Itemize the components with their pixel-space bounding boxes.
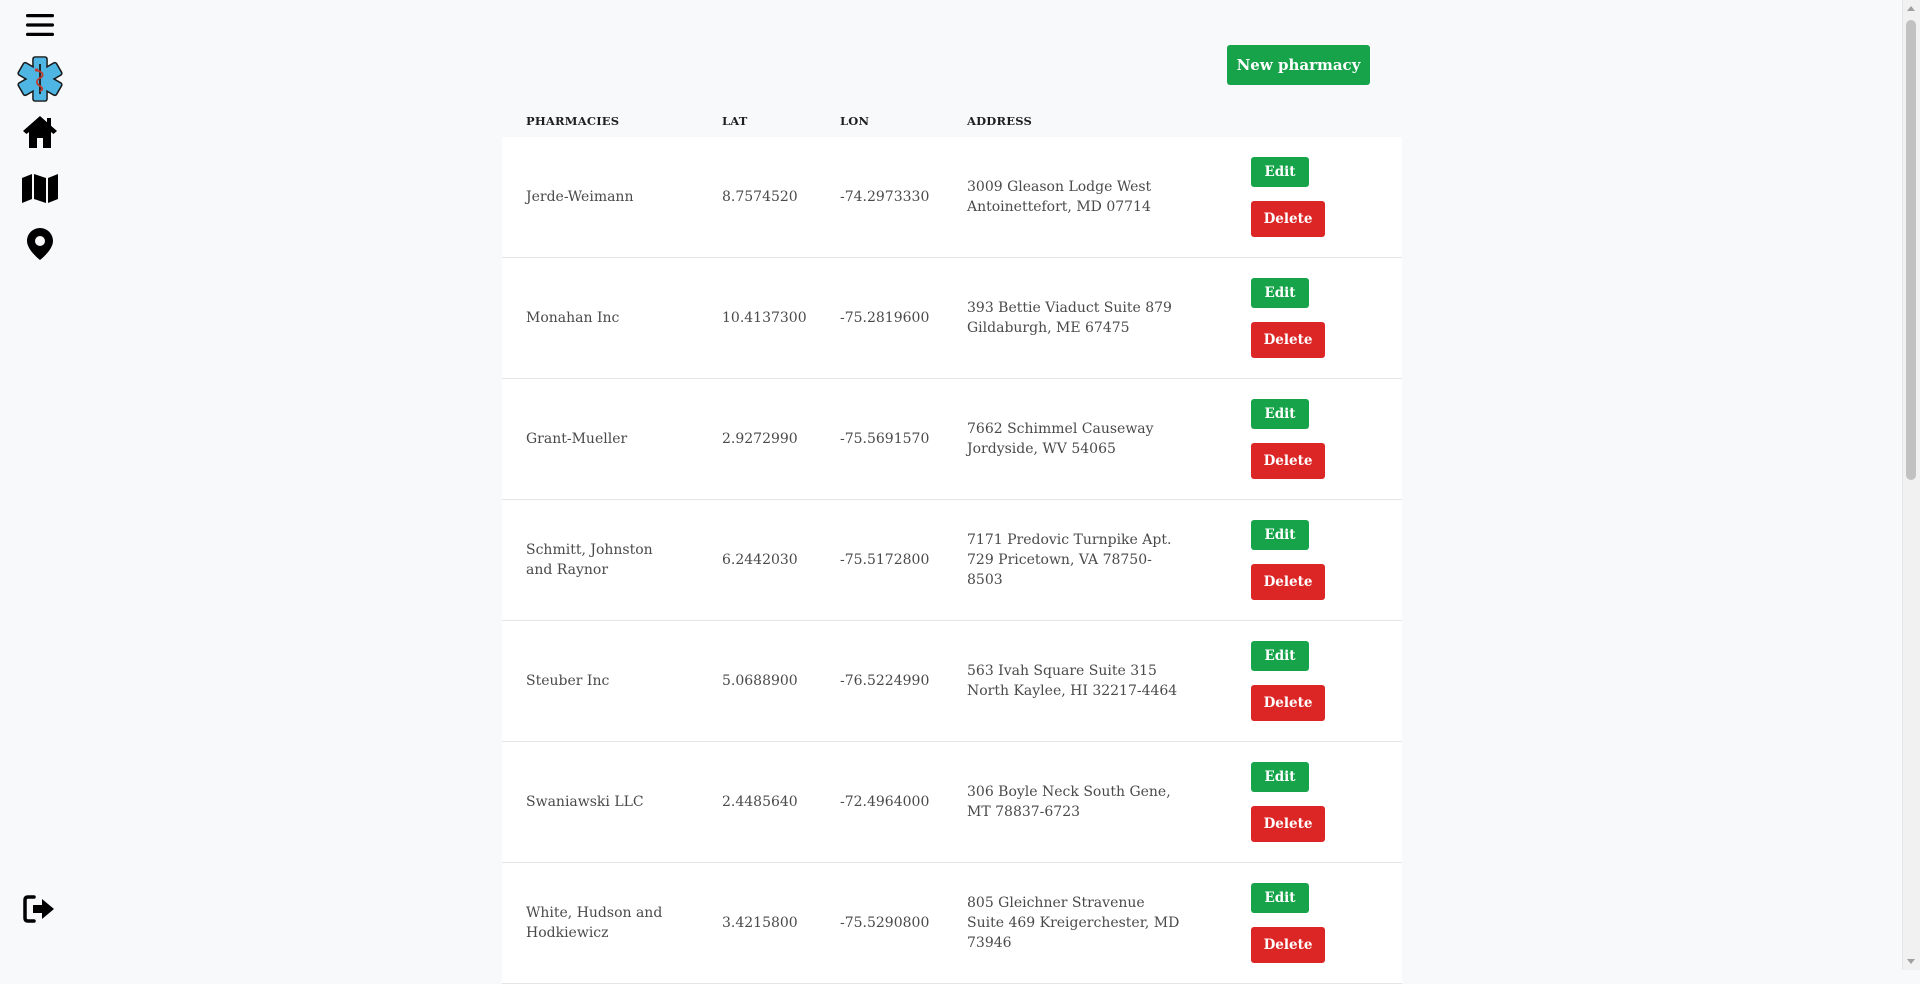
sidebar — [0, 0, 80, 970]
scrollbar-thumb[interactable] — [1906, 20, 1916, 480]
address-text: 7171 Predovic Turnpike Apt. 729 Pricetow… — [967, 532, 1172, 588]
edit-button[interactable]: Edit — [1251, 762, 1309, 792]
lon-cell: -76.5224990 — [840, 673, 930, 689]
header-lat: LAT — [722, 113, 748, 128]
delete-button[interactable]: Delete — [1251, 927, 1325, 963]
lat-cell: 3.4215800 — [722, 915, 798, 931]
actions-cell: Edit Delete — [1251, 379, 1402, 500]
address-cell: 563 Ivah Square Suite 315 North Kaylee, … — [967, 621, 1252, 742]
scroll-down-arrow-icon[interactable] — [1907, 959, 1915, 964]
map-button[interactable] — [16, 164, 64, 212]
address-cell: 306 Boyle Neck South Gene, MT 78837-6723 — [967, 742, 1252, 863]
scrollbar[interactable] — [1902, 0, 1920, 970]
edit-button[interactable]: Edit — [1251, 641, 1309, 671]
logout-button[interactable] — [16, 885, 64, 933]
table-row: Schmitt, Johnston and Raynor 6.2442030 -… — [502, 499, 1402, 621]
delete-button[interactable]: Delete — [1251, 322, 1325, 358]
menu-button[interactable] — [16, 1, 64, 49]
address-cell: 7171 Predovic Turnpike Apt. 729 Pricetow… — [967, 500, 1252, 621]
address-text: 306 Boyle Neck South Gene, MT 78837-6723 — [967, 784, 1171, 820]
pharmacies-table: PHARMACIES LAT LON ADDRESS Jerde-Weimann… — [502, 104, 1402, 984]
pharmacy-name: Jerde-Weimann — [526, 189, 634, 205]
delete-button[interactable]: Delete — [1251, 564, 1325, 600]
edit-button[interactable]: Edit — [1251, 520, 1309, 550]
pharmacy-name-cell: Schmitt, Johnston and Raynor — [502, 500, 722, 621]
scroll-up-arrow-icon[interactable] — [1907, 6, 1915, 11]
pharmacy-name-cell: Swaniawski LLC — [502, 742, 722, 863]
lat-cell: 8.7574520 — [722, 189, 798, 205]
lat-cell: 2.9272990 — [722, 431, 798, 447]
pharmacy-name-cell: Jerde-Weimann — [502, 137, 722, 258]
address-cell: 3009 Gleason Lodge West Antoinettefort, … — [967, 137, 1252, 258]
table-row: Steuber Inc 5.0688900 -76.5224990 563 Iv… — [502, 620, 1402, 742]
actions-cell: Edit Delete — [1251, 621, 1402, 742]
address-text: 805 Gleichner Stravenue Suite 469 Kreige… — [967, 895, 1180, 951]
map-icon — [22, 174, 58, 203]
delete-button[interactable]: Delete — [1251, 806, 1325, 842]
address-text: 3009 Gleason Lodge West Antoinettefort, … — [967, 179, 1152, 215]
location-button[interactable] — [16, 220, 64, 268]
lat-cell: 6.2442030 — [722, 552, 798, 568]
address-cell: 393 Bettie Viaduct Suite 879 Gildaburgh,… — [967, 258, 1252, 379]
header-lon: LON — [840, 113, 870, 128]
actions-cell: Edit Delete — [1251, 500, 1402, 621]
address-cell: 805 Gleichner Stravenue Suite 469 Kreige… — [967, 863, 1252, 984]
lat-cell: 5.0688900 — [722, 673, 798, 689]
lon-cell: -75.5691570 — [840, 431, 930, 447]
actions-cell: Edit Delete — [1251, 137, 1402, 258]
pharmacy-name: Swaniawski LLC — [526, 794, 644, 810]
address-text: 563 Ivah Square Suite 315 North Kaylee, … — [967, 663, 1178, 699]
delete-button[interactable]: Delete — [1251, 201, 1325, 237]
pharmacy-name: Steuber Inc — [526, 673, 610, 689]
table-row: Grant-Mueller 2.9272990 -75.5691570 7662… — [502, 378, 1402, 500]
edit-button[interactable]: Edit — [1251, 278, 1309, 308]
pharmacy-name-cell: Grant-Mueller — [502, 379, 722, 500]
home-button[interactable] — [16, 108, 64, 156]
actions-cell: Edit Delete — [1251, 863, 1402, 984]
lon-cell: -74.2973330 — [840, 189, 930, 205]
header-actions — [1252, 104, 1402, 137]
pharmacy-name: Grant-Mueller — [526, 431, 628, 447]
table-header-row: PHARMACIES LAT LON ADDRESS — [502, 104, 1402, 137]
pharmacy-name: Schmitt, Johnston and Raynor — [526, 542, 653, 578]
lon-cell: -75.2819600 — [840, 310, 930, 326]
header-pharmacies: PHARMACIES — [526, 113, 620, 128]
pharmacy-name-cell: Steuber Inc — [502, 621, 722, 742]
lat-cell: 2.4485640 — [722, 794, 798, 810]
table-row: Jerde-Weimann 8.7574520 -74.2973330 3009… — [502, 137, 1402, 258]
edit-button[interactable]: Edit — [1251, 399, 1309, 429]
actions-cell: Edit Delete — [1251, 742, 1402, 863]
menu-icon — [26, 14, 54, 36]
pharmacy-name-cell: White, Hudson and Hodkiewicz — [502, 863, 722, 984]
address-cell: 7662 Schimmel Causeway Jordyside, WV 540… — [967, 379, 1252, 500]
address-text: 393 Bettie Viaduct Suite 879 Gildaburgh,… — [967, 300, 1172, 336]
edit-button[interactable]: Edit — [1251, 883, 1309, 913]
new-pharmacy-button[interactable]: New pharmacy — [1227, 45, 1370, 85]
location-pin-icon — [27, 228, 53, 260]
logo[interactable] — [16, 55, 64, 103]
medical-logo-icon — [17, 56, 63, 102]
delete-button[interactable]: Delete — [1251, 443, 1325, 479]
lat-cell: 10.4137300 — [722, 310, 807, 326]
pharmacy-name: Monahan Inc — [526, 310, 620, 326]
table-row: Swaniawski LLC 2.4485640 -72.4964000 306… — [502, 741, 1402, 863]
delete-button[interactable]: Delete — [1251, 685, 1325, 721]
actions-cell: Edit Delete — [1251, 258, 1402, 379]
lon-cell: -72.4964000 — [840, 794, 930, 810]
pharmacy-name-cell: Monahan Inc — [502, 258, 722, 379]
table-row: White, Hudson and Hodkiewicz 3.4215800 -… — [502, 862, 1402, 984]
home-icon — [23, 116, 57, 148]
header-address: ADDRESS — [967, 113, 1032, 128]
lon-cell: -75.5290800 — [840, 915, 930, 931]
table-row: Monahan Inc 10.4137300 -75.2819600 393 B… — [502, 257, 1402, 379]
pharmacy-name: White, Hudson and Hodkiewicz — [526, 905, 663, 941]
address-text: 7662 Schimmel Causeway Jordyside, WV 540… — [967, 421, 1154, 457]
edit-button[interactable]: Edit — [1251, 157, 1309, 187]
logout-icon — [23, 895, 54, 923]
lon-cell: -75.5172800 — [840, 552, 930, 568]
